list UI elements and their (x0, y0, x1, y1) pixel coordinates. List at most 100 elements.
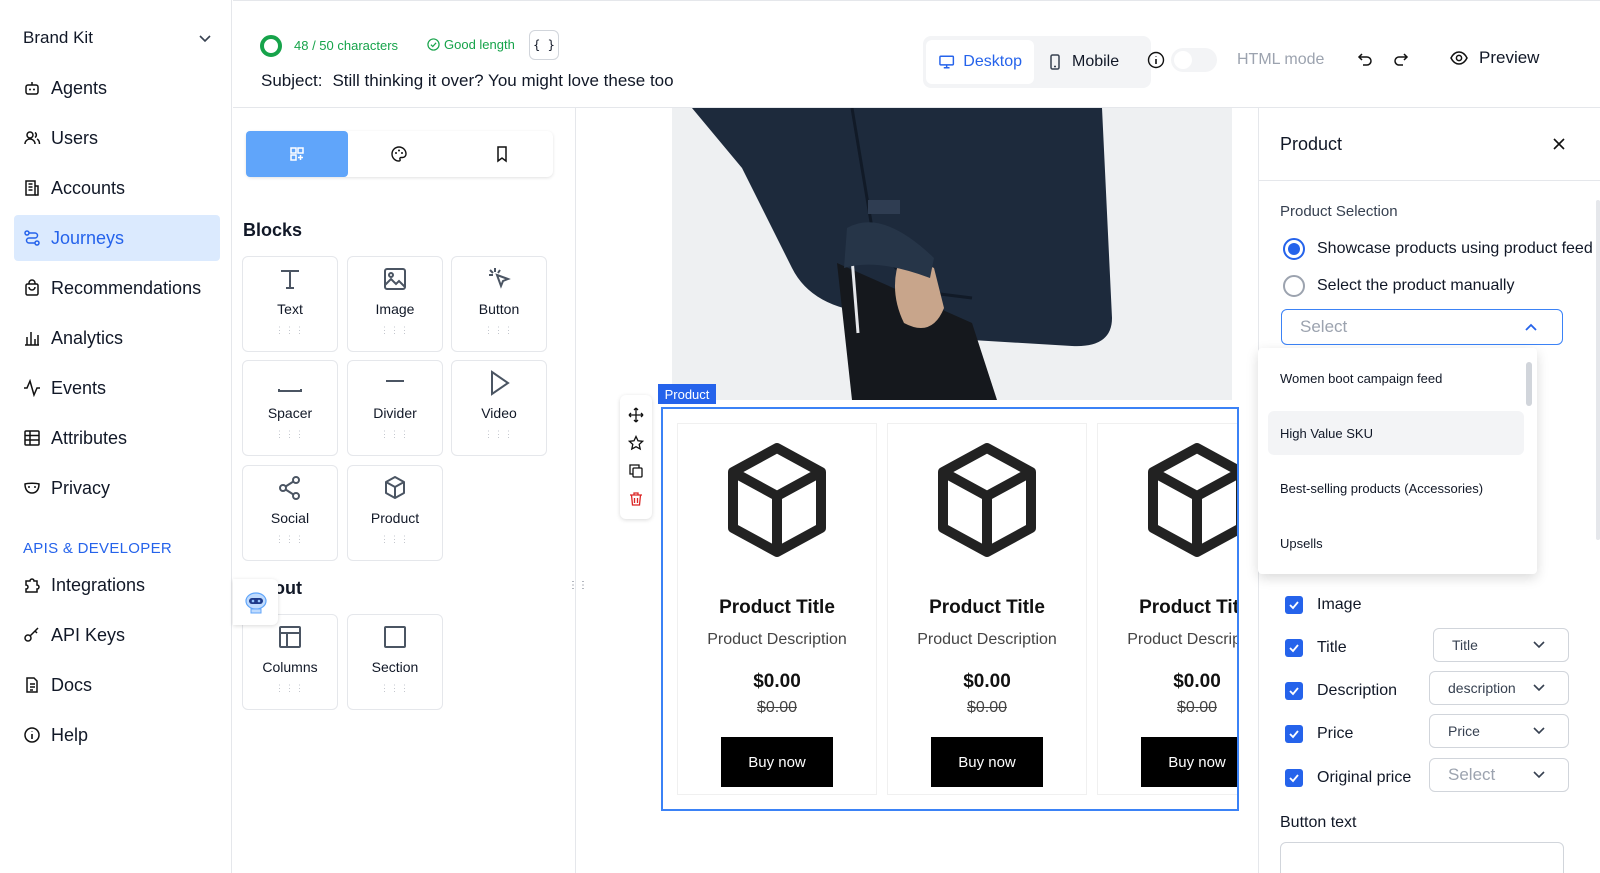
sidebar-item-privacy[interactable]: Privacy (14, 465, 220, 511)
block-label: Social (270, 510, 310, 526)
feed-select[interactable]: Select (1281, 309, 1563, 345)
button-text-input[interactable] (1280, 842, 1564, 873)
block-social[interactable]: Social ⋮⋮⋮ (242, 465, 338, 561)
sidebar-item-help[interactable]: Help (14, 712, 220, 758)
block-label: Text (277, 301, 303, 317)
block-label: Product (370, 510, 420, 526)
block-button[interactable]: Button ⋮⋮⋮ (451, 256, 547, 352)
price-field-select[interactable]: Price (1429, 714, 1569, 748)
assistant-bot-button[interactable] (233, 579, 278, 625)
checkbox-checked[interactable] (1285, 682, 1303, 700)
block-divider[interactable]: Divider ⋮⋮⋮ (347, 360, 443, 456)
radio-product-feed[interactable]: Showcase products using product feed (1283, 238, 1593, 260)
move-icon[interactable] (628, 407, 644, 423)
dropdown-scrollbar[interactable] (1526, 362, 1532, 406)
sidebar-item-accounts[interactable]: Accounts (14, 165, 220, 211)
panel-divider (1259, 180, 1600, 181)
field-label: Title (1317, 639, 1347, 656)
sidebar-item-analytics[interactable]: Analytics (14, 315, 220, 361)
buy-now-button[interactable]: Buy now (721, 737, 833, 787)
radio-button[interactable] (1283, 238, 1305, 260)
sidebar-item-label: Agents (51, 77, 108, 98)
sidebar-item-label: Privacy (51, 477, 111, 498)
sidebar-item-attributes[interactable]: Attributes (14, 415, 220, 461)
select-value: Price (1448, 723, 1480, 739)
dropdown-option[interactable]: High Value SKU (1268, 411, 1524, 455)
checkbox-checked[interactable] (1285, 769, 1303, 787)
title-field-select[interactable]: Title (1433, 628, 1569, 662)
sidebar-item-events[interactable]: Events (14, 365, 220, 411)
close-icon[interactable] (1551, 136, 1567, 152)
undo-icon[interactable] (1355, 51, 1373, 69)
tab-saved[interactable] (451, 131, 553, 177)
dropdown-option[interactable]: Upsells (1268, 521, 1524, 565)
hero-image[interactable] (672, 108, 1232, 400)
phone-icon (1050, 54, 1060, 70)
block-toolbar (620, 395, 652, 519)
brand-selector[interactable]: Brand Kit (23, 26, 213, 50)
product-description: Product Description (1127, 631, 1237, 648)
block-image[interactable]: Image ⋮⋮⋮ (347, 256, 443, 352)
select-value: description (1448, 680, 1516, 696)
sidebar-item-label: Docs (51, 674, 93, 695)
sidebar-item-api-keys[interactable]: API Keys (14, 612, 220, 658)
block-product[interactable]: Product ⋮⋮⋮ (347, 465, 443, 561)
sidebar-item-journeys[interactable]: Journeys (14, 215, 220, 261)
redo-icon[interactable] (1393, 51, 1411, 69)
block-spacer[interactable]: Spacer ⋮⋮⋮ (242, 360, 338, 456)
product-description: Product Description (707, 631, 847, 648)
sidebar-item-label: API Keys (51, 624, 126, 645)
sidebar-item-agents[interactable]: Agents (14, 65, 220, 111)
dropdown-option[interactable]: Best-selling products (Accessories) (1268, 466, 1524, 510)
radio-manual[interactable]: Select the product manually (1283, 275, 1514, 297)
subject-line[interactable]: Subject: Still thinking it over? You migh… (261, 71, 674, 91)
sidebar-item-docs[interactable]: Docs (14, 662, 220, 708)
button-text-label: Button text (1280, 814, 1357, 831)
tab-blocks[interactable] (246, 131, 349, 177)
mobile-label: Mobile (1072, 53, 1120, 70)
subject-value: Still thinking it over? You might love t… (332, 71, 674, 90)
key-icon (23, 626, 41, 644)
panel-scrollbar[interactable] (1596, 200, 1600, 540)
product-block[interactable]: Product Title Product Description $0.00 … (661, 407, 1239, 811)
block-text[interactable]: Text ⋮⋮⋮ (242, 256, 338, 352)
dropdown-option[interactable]: Women boot campaign feed (1268, 356, 1524, 400)
block-section[interactable]: Section ⋮⋮⋮ (347, 614, 443, 710)
sidebar-item-integrations[interactable]: Integrations (14, 562, 220, 608)
drag-handle-icon: ⋮⋮⋮ (275, 683, 305, 693)
html-mode-toggle[interactable] (1171, 48, 1217, 72)
buy-now-button[interactable]: Buy now (1141, 737, 1237, 787)
char-count-ring (260, 35, 282, 57)
sidebar-item-label: Recommendations (51, 277, 202, 298)
description-field-select[interactable]: description (1429, 671, 1569, 705)
resize-handle-icon[interactable]: ⋮⋮ (568, 580, 588, 591)
original-price-field-select[interactable]: Select (1429, 758, 1569, 792)
checkbox-checked[interactable] (1285, 725, 1303, 743)
block-video[interactable]: Video ⋮⋮⋮ (451, 360, 547, 456)
monitor-icon (939, 55, 955, 69)
field-label: Image (1317, 596, 1362, 613)
bar-chart-icon (23, 329, 41, 347)
mobile-button[interactable]: Mobile (1034, 40, 1131, 84)
palette-icon (391, 146, 408, 162)
buy-now-button[interactable]: Buy now (931, 737, 1043, 787)
tab-styles[interactable] (348, 131, 450, 177)
checkbox-checked[interactable] (1285, 639, 1303, 657)
radio-button[interactable] (1283, 275, 1305, 297)
sidebar: Brand Kit Agents Users Accounts Journeys… (0, 0, 232, 873)
checkbox-checked[interactable] (1285, 596, 1303, 614)
route-icon (23, 229, 41, 247)
product-original-price: $0.00 (966, 699, 1008, 716)
info-icon[interactable] (1147, 51, 1165, 69)
field-label: Description (1317, 682, 1398, 699)
sidebar-item-recommendations[interactable]: Recommendations (14, 265, 220, 311)
trash-icon[interactable] (628, 491, 644, 507)
copy-icon[interactable] (628, 463, 644, 479)
star-icon[interactable] (628, 435, 644, 451)
device-toggle: Desktop Mobile (923, 36, 1151, 88)
personalization-button[interactable]: { } (529, 30, 559, 60)
sidebar-item-users[interactable]: Users (14, 115, 220, 161)
desktop-button[interactable]: Desktop (926, 40, 1034, 84)
preview-button[interactable]: Preview (1449, 48, 1539, 68)
block-columns[interactable]: Columns ⋮⋮⋮ (242, 614, 338, 710)
